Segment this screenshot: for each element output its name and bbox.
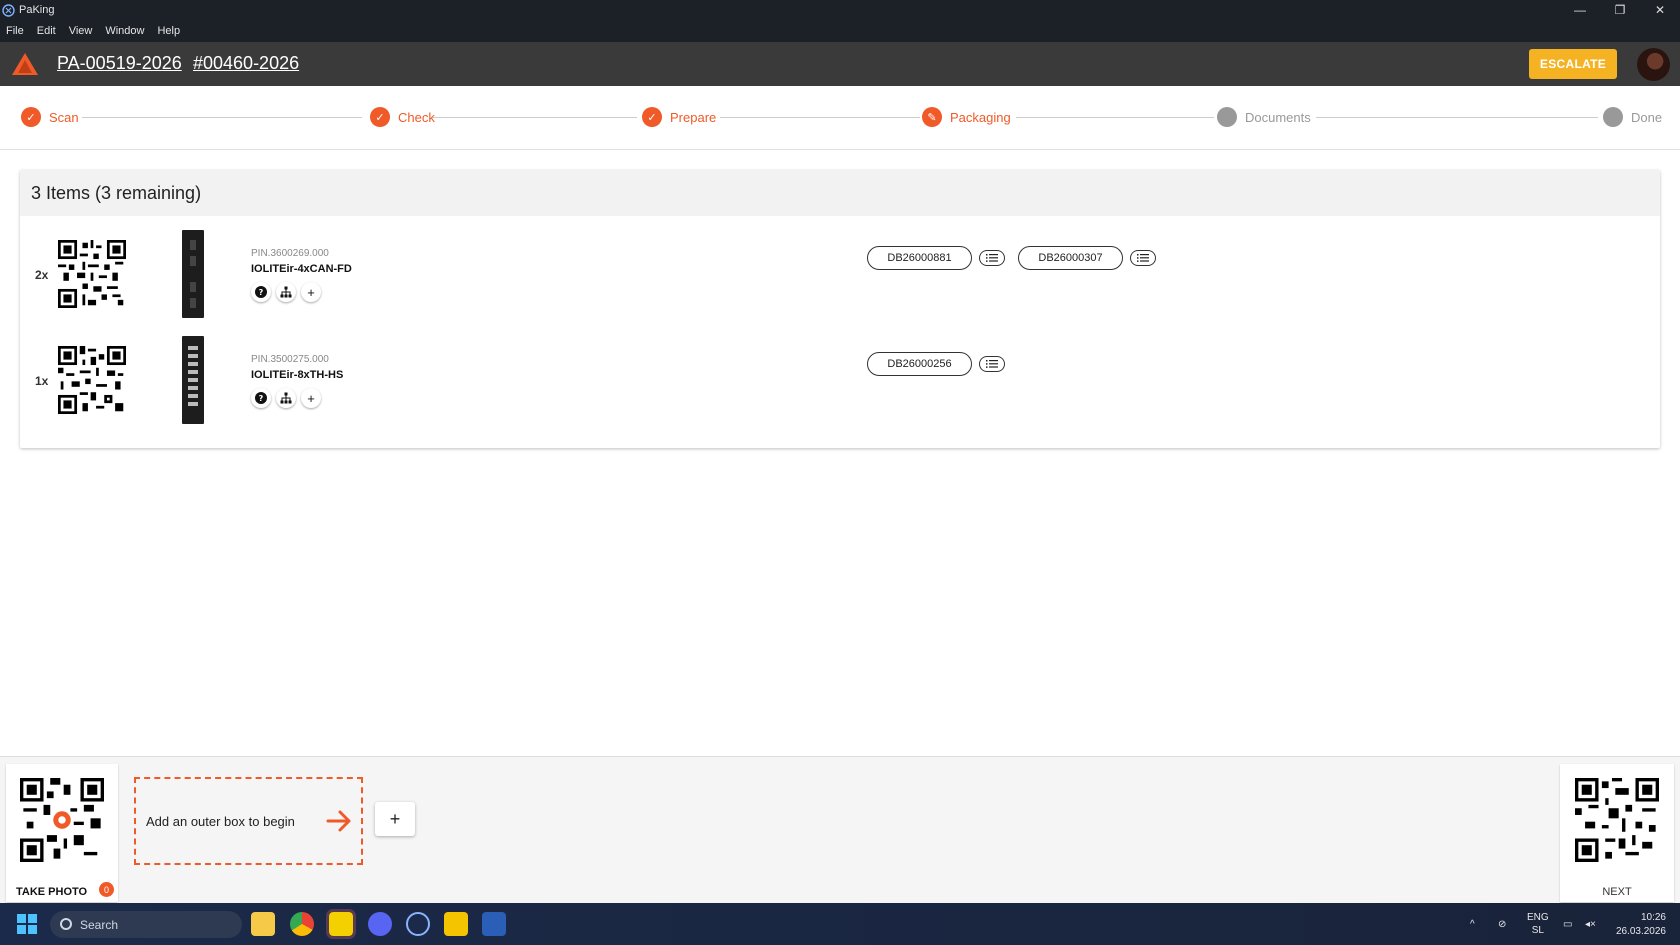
items-card-title: 3 Items (3 remaining) [20, 170, 1660, 216]
app-header: PA-00519-2026 #00460-2026 ESCALATE [0, 42, 1680, 86]
qr-code-icon [1575, 778, 1659, 862]
item-pin: PIN.3600269.000 [251, 248, 329, 259]
os-taskbar: Search ^ ⊘ ENG SL ▭ ◂× 10:26 26.03.2026 [0, 903, 1680, 945]
list-item: 1x PIN.3500275.000 IOLITEir-8xTH-HS ? + … [20, 336, 1660, 436]
clock[interactable]: 10:26 26.03.2026 [1610, 911, 1666, 939]
product-image [182, 230, 204, 318]
app-icon [2, 3, 15, 17]
help-icon[interactable]: ? [251, 282, 271, 302]
step-prepare[interactable]: ✓ Prepare [642, 107, 716, 127]
post-app-icon[interactable] [444, 912, 468, 936]
qr-code-icon [58, 346, 126, 414]
clock-date: 26.03.2026 [1615, 926, 1666, 937]
arrow-right-icon [326, 810, 351, 832]
search-icon [60, 918, 72, 930]
title-bar: PaKing — ❐ ✕ [0, 0, 1680, 20]
items-card: 3 Items (3 remaining) 2x PIN.3600269.000… [20, 170, 1660, 448]
step-label: Prepare [670, 109, 717, 125]
photo-count-badge: 0 [99, 882, 114, 897]
tray-chevron-icon[interactable]: ^ [1470, 903, 1475, 945]
window-title: PaKing [19, 4, 55, 16]
menu-edit[interactable]: Edit [37, 25, 56, 37]
list-icon[interactable] [979, 356, 1005, 372]
step-packaging[interactable]: ✎ Packaging [922, 107, 1011, 127]
step-label: Check [398, 109, 435, 125]
step-label: Scan [49, 109, 79, 125]
avatar[interactable] [1637, 48, 1670, 81]
serial-number-chip[interactable]: DB26000881 [867, 246, 972, 270]
step-check[interactable]: ✓ Check [370, 107, 435, 127]
hierarchy-icon[interactable] [276, 388, 296, 408]
item-pin: PIN.3500275.000 [251, 354, 329, 365]
taskbar-search-input[interactable]: Search [50, 911, 242, 938]
ticket-id-link[interactable]: #00460-2026 [193, 53, 299, 74]
product-image [182, 336, 204, 424]
volume-icon[interactable]: ◂× [1585, 903, 1596, 945]
add-outer-box-button[interactable]: + [375, 802, 415, 836]
windows-start-icon[interactable] [17, 914, 37, 934]
language-indicator[interactable]: ENG SL [1527, 903, 1549, 945]
qr-code-icon [20, 778, 104, 862]
check-icon: ✓ [21, 107, 41, 127]
menu-bar: File Edit View Window Help [0, 20, 1680, 42]
item-quantity: 2x [35, 268, 49, 282]
close-button[interactable]: ✕ [1640, 0, 1680, 20]
hierarchy-icon[interactable] [276, 282, 296, 302]
svg-text:?: ? [259, 394, 264, 403]
dropzone-text: Add an outer box to begin [146, 813, 295, 829]
step-scan[interactable]: ✓ Scan [21, 107, 79, 127]
step-label: Packaging [950, 109, 1011, 125]
step-done[interactable]: Done [1603, 107, 1662, 127]
menu-help[interactable]: Help [157, 25, 180, 37]
file-explorer-icon[interactable] [251, 912, 275, 936]
svg-text:?: ? [259, 288, 264, 297]
serial-number-chip[interactable]: DB26000307 [1018, 246, 1123, 270]
minimize-button[interactable]: — [1560, 0, 1600, 20]
search-placeholder: Search [80, 917, 119, 932]
progress-stepper: ✓ Scan ✓ Check ✓ Prepare ✎ Packaging Doc… [0, 86, 1680, 150]
step-label: Done [1631, 109, 1663, 125]
next-button[interactable]: NEXT [1560, 764, 1674, 902]
menu-window[interactable]: Window [105, 25, 144, 37]
take-photo-button[interactable]: TAKE PHOTO 0 [6, 764, 118, 902]
list-icon[interactable] [1130, 250, 1156, 266]
clock-time: 10:26 [1640, 912, 1666, 923]
step-label: Documents [1245, 109, 1311, 125]
plus-icon[interactable]: + [301, 282, 321, 302]
paking-app-icon[interactable] [406, 912, 430, 936]
check-icon: ✓ [370, 107, 390, 127]
step-documents[interactable]: Documents [1217, 107, 1311, 127]
serial-number-chip[interactable]: DB26000256 [867, 352, 972, 376]
escalate-button[interactable]: ESCALATE [1529, 49, 1617, 79]
lang-code: ENG [1527, 912, 1549, 923]
word-icon[interactable] [482, 912, 506, 936]
menu-file[interactable]: File [6, 25, 24, 37]
brand-logo-icon [12, 53, 38, 75]
menu-view[interactable]: View [69, 25, 93, 37]
packaging-bar: TAKE PHOTO 0 Add an outer box to begin + [0, 756, 1680, 903]
item-name: IOLITEir-4xCAN-FD [251, 263, 352, 275]
chrome-icon[interactable] [290, 912, 314, 936]
list-icon[interactable] [979, 250, 1005, 266]
layout-code: SL [1531, 925, 1544, 936]
plus-icon[interactable]: + [301, 388, 321, 408]
qr-code-icon [58, 240, 126, 308]
order-id-link[interactable]: PA-00519-2026 [57, 53, 182, 74]
sticky-notes-icon[interactable] [326, 909, 356, 939]
discord-icon[interactable] [368, 912, 392, 936]
network-icon[interactable]: ⊘ [1498, 903, 1506, 945]
take-photo-label: TAKE PHOTO [16, 886, 88, 898]
item-name: IOLITEir-8xTH-HS [251, 369, 344, 381]
pencil-icon: ✎ [922, 107, 942, 127]
check-icon: ✓ [642, 107, 662, 127]
next-label: NEXT [1602, 886, 1632, 898]
pending-dot-icon [1603, 107, 1623, 127]
pending-dot-icon [1217, 107, 1237, 127]
display-icon[interactable]: ▭ [1563, 903, 1572, 945]
restore-button[interactable]: ❐ [1600, 0, 1640, 20]
list-item: 2x PIN.3600269.000 IOLITEir-4xCAN-FD ? +… [20, 230, 1660, 330]
item-quantity: 1x [35, 374, 49, 388]
help-icon[interactable]: ? [251, 388, 271, 408]
outer-box-dropzone[interactable]: Add an outer box to begin [134, 777, 363, 865]
